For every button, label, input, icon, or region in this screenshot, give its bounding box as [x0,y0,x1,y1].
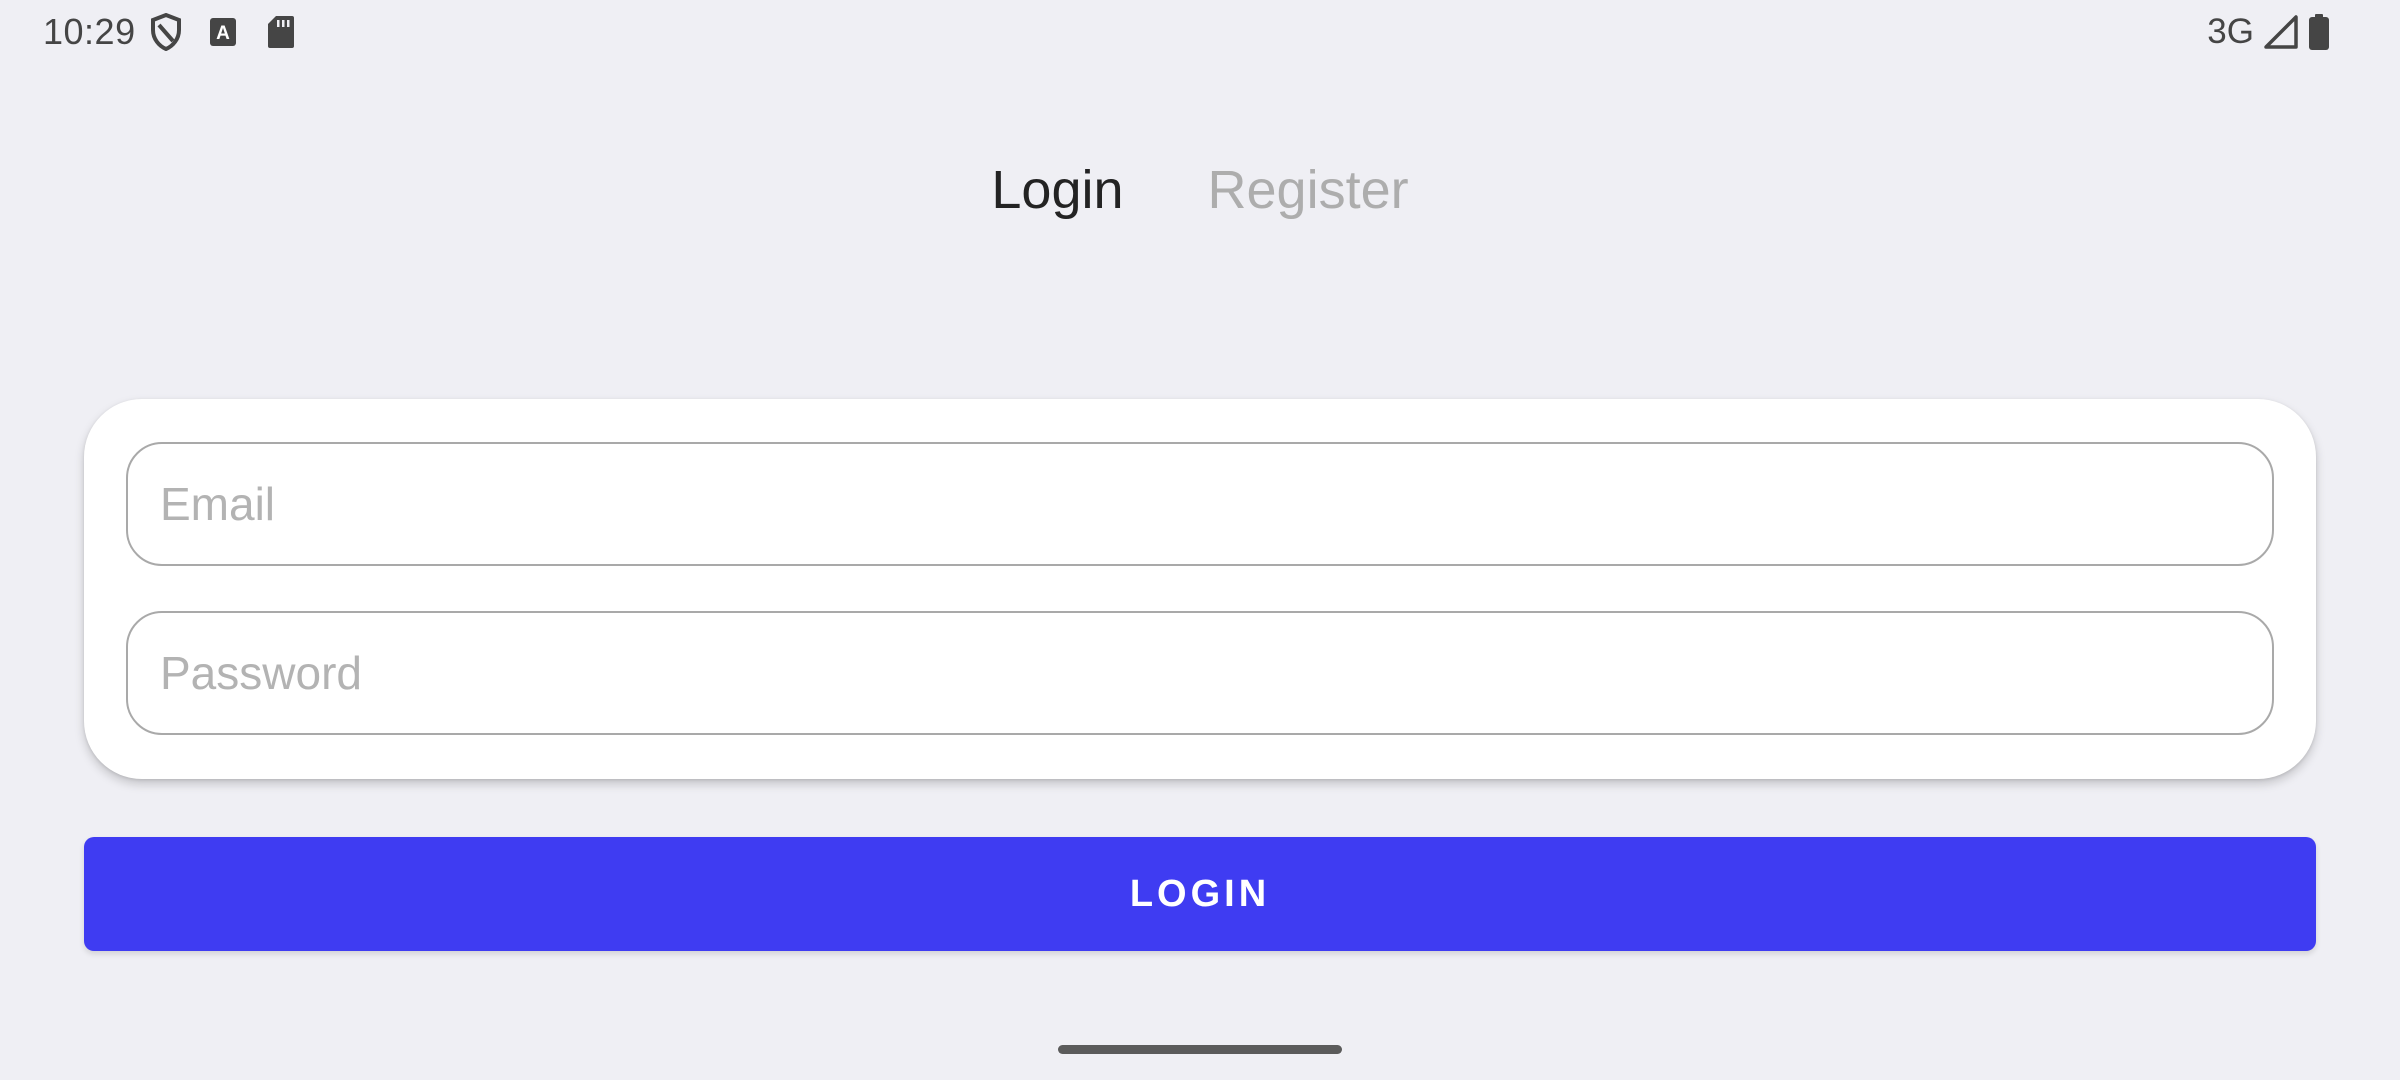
network-type: 3G [2207,12,2254,51]
login-button-label: LOGIN [1129,872,1271,915]
svg-text:A: A [216,23,230,44]
email-field[interactable] [158,476,2272,532]
tab-register[interactable]: Register [1208,159,1409,221]
battery-icon [2308,12,2330,52]
status-left: 10:29 A [43,10,294,54]
password-field[interactable] [158,645,2272,701]
home-indicator[interactable] [1058,1045,1342,1054]
keyboard-a-icon: A [209,12,236,52]
status-bar: 10:29 A 3G [0,0,2400,64]
sd-card-icon [267,12,294,52]
shield-icon [150,12,182,52]
login-button[interactable]: LOGIN [84,837,2316,951]
status-time: 10:29 [43,11,136,52]
email-field-container [126,442,2274,566]
cell-signal-icon [2264,12,2298,52]
status-right: 3G [2207,10,2330,54]
login-form-card [84,399,2316,779]
tab-login[interactable]: Login [991,159,1123,221]
auth-tabs: Login Register [0,150,2400,230]
password-field-container [126,611,2274,735]
